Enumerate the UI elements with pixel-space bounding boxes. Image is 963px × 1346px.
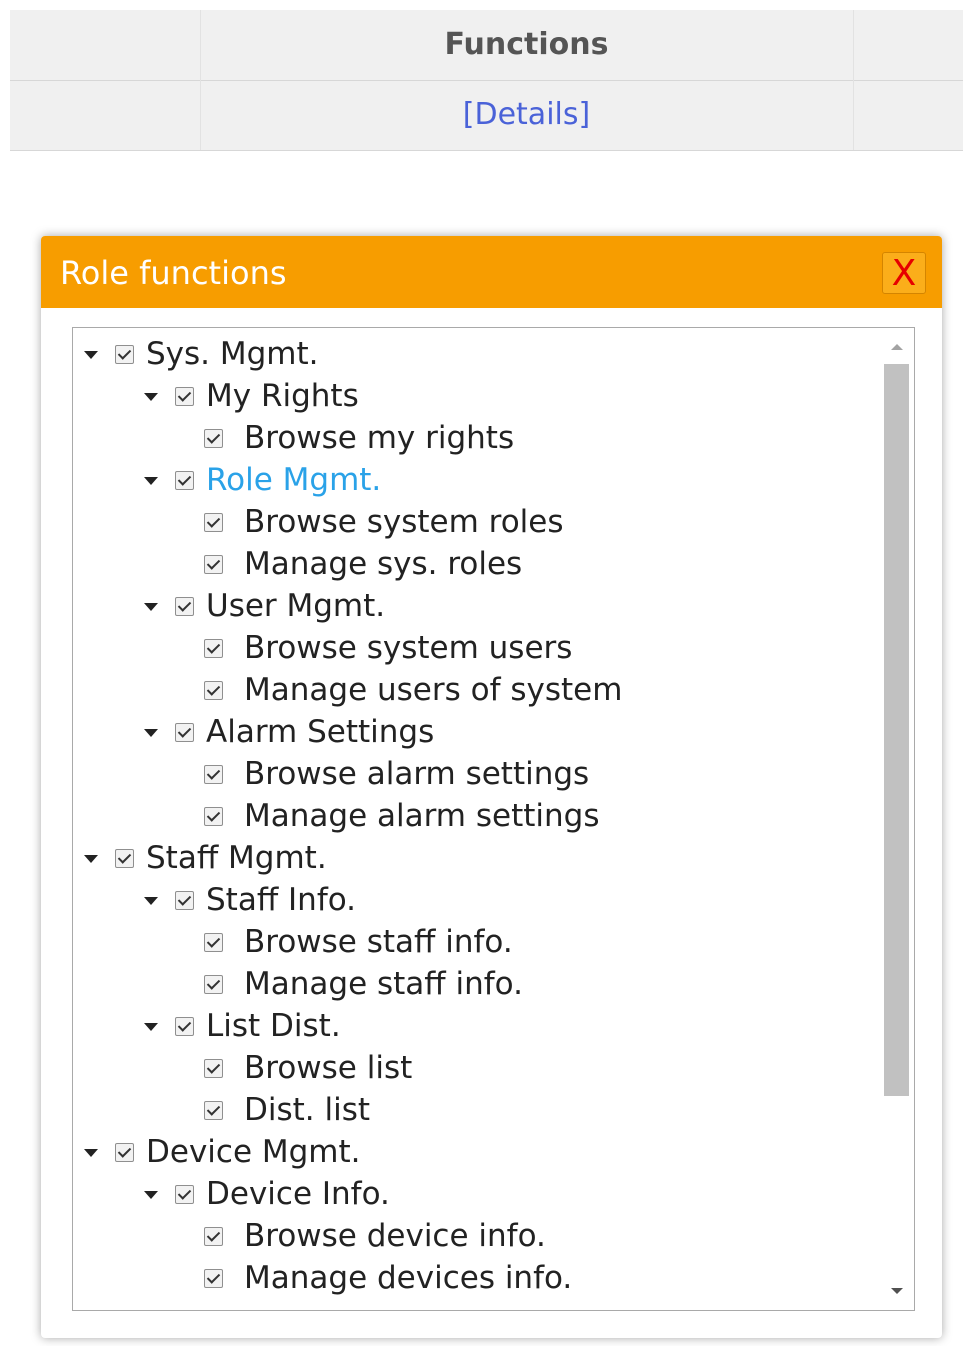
expand-caret-icon[interactable] — [144, 477, 158, 485]
tree-node-checkbox[interactable] — [204, 639, 223, 658]
details-link[interactable]: [Details] — [463, 97, 590, 132]
tree-node-label[interactable]: Device Info. — [206, 1173, 390, 1215]
tree-node-label[interactable]: Staff Mgmt. — [146, 837, 327, 879]
details-cell: [Details] — [200, 80, 853, 150]
tree-node-checkbox[interactable] — [175, 597, 194, 616]
expand-caret-icon[interactable] — [144, 1191, 158, 1199]
dialog-header: Role functions X — [41, 236, 942, 308]
scroll-up-arrow-icon[interactable] — [891, 344, 903, 350]
tree-node-label[interactable]: Browse system users — [244, 627, 572, 669]
tree-node-label[interactable]: Dist. list — [244, 1089, 370, 1131]
tree-node-checkbox[interactable] — [204, 1101, 223, 1120]
tree-node-label[interactable]: Browse staff info. — [244, 921, 513, 963]
column-divider — [853, 10, 854, 150]
tree-node-label[interactable]: Browse device info. — [244, 1215, 546, 1257]
table-header-row: Functions — [10, 10, 963, 81]
tree-node-label[interactable]: Staff Info. — [206, 879, 356, 921]
tree-node-checkbox[interactable] — [115, 849, 134, 868]
tree-node-label[interactable]: List Dist. — [206, 1005, 341, 1047]
tree-node-checkbox[interactable] — [204, 555, 223, 574]
expand-caret-icon[interactable] — [144, 393, 158, 401]
tree-node-label[interactable]: My Rights — [206, 375, 359, 417]
tree-node-checkbox[interactable] — [204, 807, 223, 826]
tree-node-checkbox[interactable] — [204, 933, 223, 952]
tree-node-checkbox[interactable] — [175, 723, 194, 742]
tree-node-label[interactable]: Sys. Mgmt. — [146, 333, 319, 375]
column-divider — [200, 10, 201, 150]
expand-caret-icon[interactable] — [144, 603, 158, 611]
tree-node-label[interactable]: Browse list — [244, 1047, 412, 1089]
scrollbar-thumb[interactable] — [884, 364, 909, 1096]
tree-node-checkbox[interactable] — [204, 1269, 223, 1288]
function-tree[interactable]: Sys. Mgmt. My Rights Browse my rights Role … — [72, 327, 915, 1311]
expand-caret-icon[interactable] — [84, 351, 98, 359]
tree-node-label[interactable]: Browse my rights — [244, 417, 514, 459]
tree-node-label[interactable]: Manage devices info. — [244, 1257, 572, 1299]
tree-node-checkbox[interactable] — [175, 387, 194, 406]
tree-node-checkbox[interactable] — [204, 765, 223, 784]
tree-node-label[interactable]: Role Mgmt. — [206, 459, 381, 501]
expand-caret-icon[interactable] — [84, 855, 98, 863]
expand-caret-icon[interactable] — [144, 729, 158, 737]
tree-node-checkbox[interactable] — [204, 513, 223, 532]
tree-node-checkbox[interactable] — [204, 429, 223, 448]
functions-column-header: Functions — [444, 27, 609, 62]
table-row: [Details] — [10, 80, 963, 151]
tree-node-checkbox[interactable] — [175, 891, 194, 910]
functions-table: Functions [Details] — [10, 10, 963, 151]
expand-caret-icon[interactable] — [144, 1023, 158, 1031]
tree-node-checkbox[interactable] — [115, 1143, 134, 1162]
tree-node-checkbox[interactable] — [204, 1059, 223, 1078]
tree-node-label[interactable]: Manage staff info. — [244, 963, 523, 1005]
role-functions-dialog: Role functions X Sys. Mgmt. My Rights Brow… — [41, 236, 942, 1338]
tree-node-label[interactable]: Alarm Settings — [206, 711, 434, 753]
tree-node-checkbox[interactable] — [204, 1227, 223, 1246]
vertical-scrollbar[interactable] — [879, 328, 914, 1310]
tree-node-checkbox[interactable] — [204, 975, 223, 994]
tree-node-label[interactable]: Manage sys. roles — [244, 543, 522, 585]
tree-node-label[interactable]: Manage alarm settings — [244, 795, 599, 837]
tree-node-checkbox[interactable] — [204, 681, 223, 700]
scroll-down-arrow-icon[interactable] — [891, 1288, 903, 1294]
tree-node-checkbox[interactable] — [175, 1017, 194, 1036]
expand-caret-icon[interactable] — [144, 897, 158, 905]
tree-node-label[interactable]: Browse alarm settings — [244, 753, 589, 795]
tree-node-checkbox[interactable] — [175, 471, 194, 490]
tree-node-checkbox[interactable] — [175, 1185, 194, 1204]
close-button[interactable]: X — [882, 252, 926, 294]
tree-node-label[interactable]: User Mgmt. — [206, 585, 385, 627]
tree-node-label[interactable]: Browse system roles — [244, 501, 564, 543]
tree-node-label[interactable]: Device Mgmt. — [146, 1131, 361, 1173]
tree-node-label[interactable]: Manage users of system — [244, 669, 622, 711]
tree-node-checkbox[interactable] — [115, 345, 134, 364]
expand-caret-icon[interactable] — [84, 1149, 98, 1157]
dialog-title: Role functions — [60, 254, 287, 292]
